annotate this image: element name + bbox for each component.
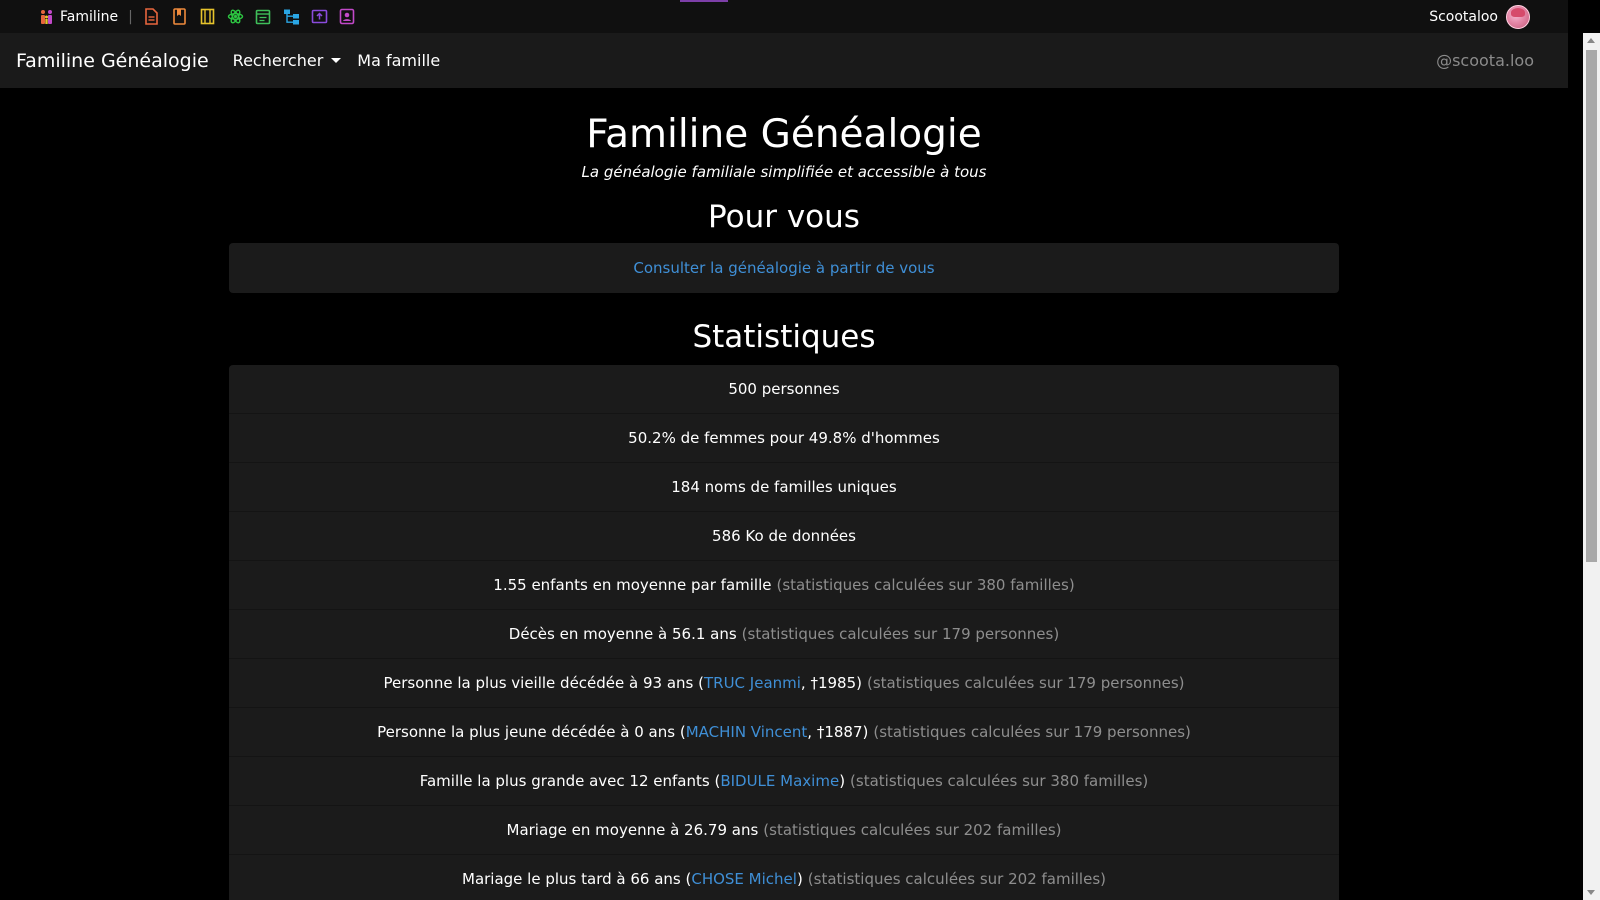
page-tagline: La généalogie familiale simplifiée et ac… [581, 163, 987, 181]
stat-text-suffix: , †1985) [800, 674, 862, 692]
chevron-down-icon [331, 58, 342, 63]
content-container: Familine Généalogie La généalogie famili… [229, 111, 1339, 900]
navbar-brand[interactable]: Familine Généalogie [16, 50, 209, 72]
stat-note: (statistiques calculées sur 179 personne… [866, 674, 1185, 692]
statistics-heading: Statistiques [692, 319, 876, 355]
stat-text: Mariage le plus tard à 66 ans ( [462, 870, 692, 888]
document-icon[interactable] [143, 8, 160, 25]
scroll-down-icon[interactable] [1587, 890, 1595, 895]
stat-note: (statistiques calculées sur 380 familles… [776, 576, 1075, 594]
stat-text: Personne la plus jeune décédée à 0 ans ( [377, 723, 686, 741]
tree-icon[interactable] [283, 8, 300, 25]
page-scrollbar[interactable] [1583, 33, 1600, 900]
stat-text: 50.2% de femmes pour 49.8% d'hommes [628, 429, 940, 447]
stat-text: 500 personnes [728, 380, 840, 398]
user-handle[interactable]: @scoota.loo [1436, 33, 1534, 88]
app-brand-label: Familine [60, 8, 119, 25]
search-dropdown[interactable]: Rechercher [233, 51, 342, 70]
appbar-separator: | [128, 8, 133, 25]
main-content: Familine Généalogie La généalogie famili… [0, 88, 1568, 900]
stat-row: 184 noms de familles uniques [229, 463, 1339, 512]
stat-text: 586 Ko de données [712, 527, 856, 545]
stat-row: Mariage en moyenne à 26.79 ans (statistiq… [229, 806, 1339, 855]
active-tab-indicator [680, 0, 728, 2]
scrollbar-thumb[interactable] [1586, 50, 1597, 562]
contact-icon[interactable] [339, 8, 356, 25]
view-genealogy-link[interactable]: Consulter la généalogie à partir de vous [633, 259, 934, 277]
avatar[interactable] [1506, 4, 1530, 29]
upload-icon[interactable] [311, 8, 328, 25]
for-you-card: Consulter la généalogie à partir de vous [229, 243, 1339, 293]
app-top-bar: Familine | Scootaloo [0, 0, 1568, 33]
search-dropdown-label: Rechercher [232, 51, 324, 70]
stat-text: 184 noms de familles uniques [671, 478, 897, 496]
nav-my-family[interactable]: Ma famille [357, 51, 440, 70]
stat-row: 500 personnes [229, 365, 1339, 414]
book-icon[interactable] [199, 8, 216, 25]
stat-text: Décès en moyenne à 56.1 ans [508, 625, 737, 643]
atom-icon[interactable] [227, 8, 244, 25]
user-name: Scootaloo [1429, 8, 1498, 25]
app-launcher-icons [143, 8, 356, 25]
stat-row: Mariage le plus tard à 66 ans (CHOSE Mic… [229, 855, 1339, 900]
stat-note: (statistiques calculées sur 179 personne… [741, 625, 1060, 643]
stat-text-suffix: , †1887) [807, 723, 869, 741]
stat-text: Mariage en moyenne à 26.79 ans [506, 821, 759, 839]
stat-text: Personne la plus vieille décédée à 93 an… [383, 674, 704, 692]
statistics-list: 500 personnes 50.2% de femmes pour 49.8% … [229, 365, 1339, 900]
stat-text: Famille la plus grande avec 12 enfants ( [419, 772, 721, 790]
stat-text-suffix: ) [796, 870, 803, 888]
scroll-up-icon[interactable] [1587, 38, 1595, 43]
app-brand[interactable]: Familine [38, 8, 118, 26]
stat-text-suffix: ) [839, 772, 846, 790]
stat-note: (statistiques calculées sur 202 familles… [807, 870, 1106, 888]
person-link[interactable]: TRUC Jeanmi [704, 674, 801, 692]
stat-row: Personne la plus vieille décédée à 93 an… [229, 659, 1339, 708]
person-link[interactable]: MACHIN Vincent [686, 723, 808, 741]
stat-row: Décès en moyenne à 56.1 ans (statistiques… [229, 610, 1339, 659]
stat-row: Personne la plus jeune décédée à 0 ans (… [229, 708, 1339, 757]
site-navbar: Familine Généalogie Rechercher Ma famill… [0, 33, 1568, 88]
person-link[interactable]: BIDULE Maxime [720, 772, 839, 790]
page-title: Familine Généalogie [586, 112, 982, 157]
stat-text: 1.55 enfants en moyenne par famille [493, 576, 772, 594]
bookmark-icon[interactable] [171, 8, 188, 25]
for-you-heading: Pour vous [708, 199, 860, 235]
stat-row: Famille la plus grande avec 12 enfants (… [229, 757, 1339, 806]
person-link[interactable]: CHOSE Michel [691, 870, 797, 888]
stat-note: (statistiques calculées sur 202 familles… [763, 821, 1062, 839]
family-icon [38, 8, 56, 26]
stat-note: (statistiques calculées sur 380 familles… [850, 772, 1149, 790]
user-menu[interactable]: Scootaloo [1429, 0, 1530, 33]
stat-row: 1.55 enfants en moyenne par famille (stat… [229, 561, 1339, 610]
calendar-icon[interactable] [255, 8, 272, 25]
stat-row: 586 Ko de données [229, 512, 1339, 561]
stat-row: 50.2% de femmes pour 49.8% d'hommes [229, 414, 1339, 463]
stat-note: (statistiques calculées sur 179 personne… [873, 723, 1191, 741]
